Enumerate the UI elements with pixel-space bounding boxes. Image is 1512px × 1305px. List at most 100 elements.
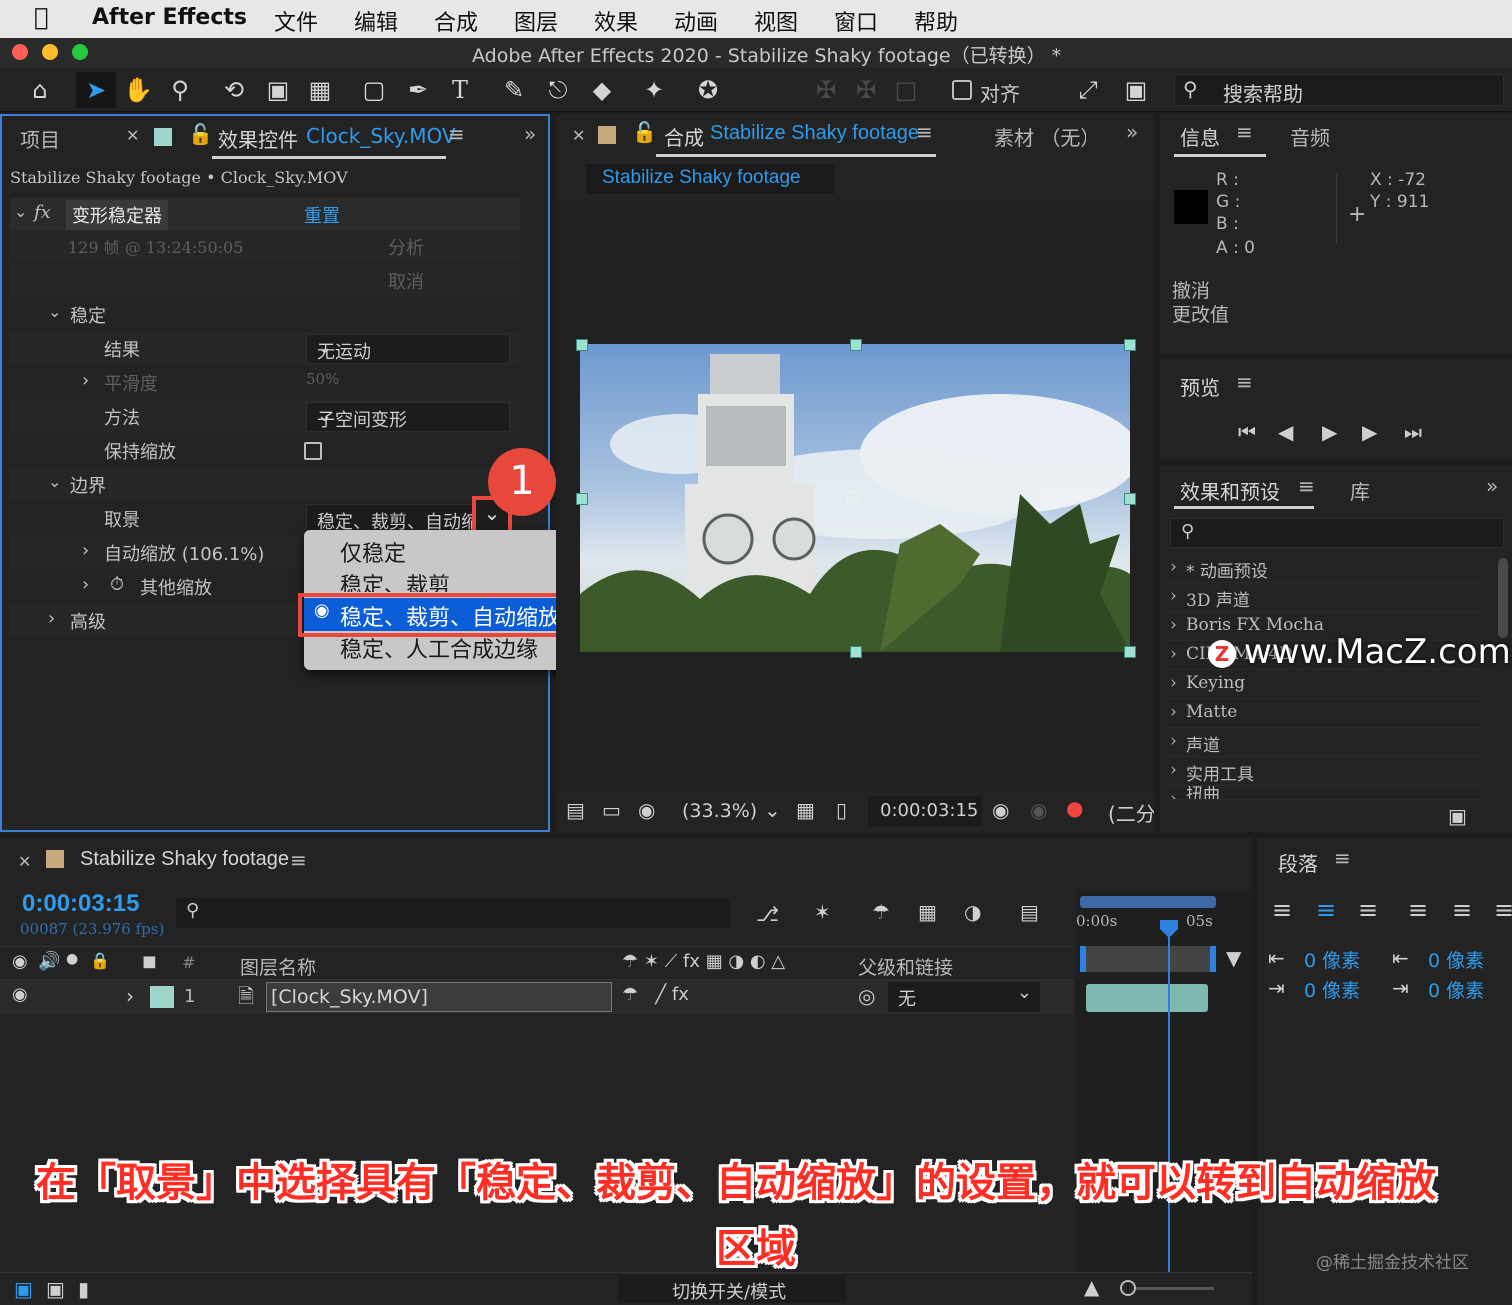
color-channels-icon[interactable]: ● — [1066, 796, 1083, 820]
zoom-tool-icon[interactable]: ⚲ — [162, 72, 198, 108]
tab-composition-name[interactable]: Stabilize Shaky footage — [710, 122, 919, 145]
eraser-tool-icon[interactable]: ◆ — [584, 72, 620, 108]
layer-row[interactable]: ◉ › 1 🗎 [Clock_Sky.MOV] ☂ ╱ fx ◎ 无 ⌄ — [0, 980, 1074, 1014]
tab-effects-presets[interactable]: 效果和预设 — [1180, 476, 1280, 505]
comp-mini-flowchart-icon[interactable]: ⎇ — [756, 902, 779, 926]
panel-menu-icon[interactable]: ≡ — [448, 122, 465, 146]
close-window-button[interactable] — [12, 44, 28, 60]
menu-animation[interactable]: 动画 — [674, 5, 718, 37]
justify-right-icon[interactable]: ≡ — [1494, 896, 1512, 924]
rectangle-tool-icon[interactable]: ▢ — [356, 72, 392, 108]
draft-3d-icon[interactable]: ✶ — [814, 900, 831, 924]
stopwatch-icon[interactable]: ⏱ — [110, 574, 124, 595]
analyze-button[interactable]: 分析 — [388, 234, 424, 260]
fx-icon[interactable]: fx — [34, 202, 51, 223]
show-snapshot-icon[interactable]: ◉ — [1030, 798, 1047, 822]
timeline-timecode[interactable]: 0:00:03:15 — [22, 890, 139, 918]
panel-menu-icon[interactable]: ≡ — [290, 848, 307, 872]
zoom-window-button[interactable] — [72, 44, 88, 60]
borders-group-row[interactable]: ⌄ 边界 — [10, 468, 520, 500]
layer-label-color[interactable] — [150, 986, 174, 1008]
comp-subtab[interactable]: Stabilize Shaky footage — [586, 164, 834, 194]
zoom-slider-thumb[interactable] — [1120, 1280, 1136, 1296]
tab-project[interactable]: 项目 — [20, 124, 60, 153]
current-time-field[interactable]: 0:00:03:15 — [868, 796, 982, 826]
layer-switches-icons[interactable]: ☂ ╱ fx — [622, 984, 689, 1005]
collapse-chevron-icon[interactable]: ⌄ — [48, 472, 61, 491]
menu-window[interactable]: 窗口 — [834, 5, 878, 37]
menu-help[interactable]: 帮助 — [914, 5, 958, 37]
timeline-search-input[interactable]: ⚲ — [176, 898, 730, 928]
zoom-out-mountain-icon[interactable]: ▲ — [1084, 1275, 1099, 1299]
cancel-button[interactable]: 取消 — [388, 268, 424, 294]
parent-dropdown[interactable]: 无 ⌄ — [888, 982, 1040, 1012]
solo-icon[interactable]: ● — [66, 951, 78, 967]
home-icon[interactable]: ⌂ — [22, 72, 58, 108]
new-bin-icon[interactable]: ▣ — [1448, 804, 1467, 828]
work-area-bar[interactable] — [1080, 896, 1216, 908]
monitor-icon[interactable]: ▭ — [602, 798, 621, 822]
puppet-tool-icon[interactable]: ✪ — [690, 72, 726, 108]
layer-visibility-icon[interactable]: ◉ — [12, 984, 28, 1005]
fx-item-channel[interactable]: › 声道 — [1166, 728, 1482, 757]
toggle-switches-modes-button[interactable]: 切换开关/模式 — [618, 1275, 846, 1303]
menu-composition[interactable]: 合成 — [434, 5, 478, 37]
fx-item-utility[interactable]: › 实用工具 — [1166, 757, 1482, 786]
chevron-down-icon[interactable]: ⌄ — [764, 798, 781, 822]
menu-effect[interactable]: 效果 — [594, 5, 638, 37]
justify-center-icon[interactable]: ≡ — [1452, 896, 1472, 924]
work-area-range[interactable] — [1080, 946, 1216, 972]
expand-switches-icon[interactable]: ▣ — [46, 1277, 65, 1301]
tab-effect-controls[interactable]: 效果控件 — [218, 124, 298, 153]
expand-chevron-icon[interactable]: › — [82, 540, 89, 561]
playhead-handle[interactable] — [1160, 920, 1178, 938]
transform-handle[interactable] — [1124, 339, 1136, 351]
panel-menu-icon[interactable]: ≡ — [1236, 370, 1253, 394]
align-right-icon[interactable]: ≡ — [1358, 896, 1378, 924]
snapshot-icon[interactable]: ◉ — [992, 798, 1009, 822]
layer-duration-bar[interactable] — [1086, 984, 1208, 1012]
transform-handle[interactable] — [1124, 646, 1136, 658]
parent-header[interactable]: 父级和链接 — [858, 953, 953, 980]
tab-composition[interactable]: 合成 — [664, 122, 704, 151]
menu-file[interactable]: 文件 — [274, 5, 318, 37]
close-icon[interactable]: ✕ — [572, 126, 585, 145]
resolution-value[interactable]: (二分 — [1108, 798, 1154, 827]
transform-handle[interactable] — [576, 339, 588, 351]
tab-library[interactable]: 库 — [1350, 476, 1370, 505]
method-dropdown[interactable]: 子空间变形 ⌄ — [306, 402, 510, 432]
apple-icon[interactable]:  — [34, 3, 48, 31]
always-preview-icon[interactable]: ▤ — [566, 798, 585, 822]
transform-handle[interactable] — [850, 339, 862, 351]
expand-chevron-icon[interactable]: › — [48, 608, 55, 629]
timeline-zoom-slider[interactable] — [1124, 1287, 1214, 1290]
fx-item-animation-presets[interactable]: › * 动画预设 — [1166, 554, 1482, 583]
expand-icon[interactable]: ⤢ — [1070, 72, 1106, 108]
help-search-input[interactable]: ⚲ 搜索帮助 — [1174, 74, 1504, 106]
collapse-chevron-icon[interactable]: ⌄ — [48, 302, 61, 321]
expand-panels-icon[interactable]: » — [1126, 120, 1138, 144]
next-frame-icon[interactable]: ▶ — [1362, 420, 1377, 444]
menu-edit[interactable]: 编辑 — [354, 5, 398, 37]
anchor-point-icon[interactable]: ⊕ — [844, 486, 862, 511]
fx-item-distort[interactable]: › 扭曲 — [1166, 786, 1482, 800]
fx-item-keying[interactable]: › Keying — [1166, 670, 1482, 699]
brush-tool-icon[interactable]: ✎ — [496, 72, 532, 108]
fx-item-matte[interactable]: › Matte — [1166, 699, 1482, 728]
lock-icon[interactable]: 🔓 — [632, 120, 657, 144]
result-dropdown[interactable]: 无运动 ⌄ — [306, 334, 510, 364]
pan-behind-tool-icon[interactable]: ▦ — [302, 72, 338, 108]
close-icon[interactable]: ✕ — [126, 126, 139, 145]
pen-tool-icon[interactable]: ✒ — [400, 72, 436, 108]
comp-marker-icon[interactable]: ▼ — [1226, 946, 1241, 970]
minimize-window-button[interactable] — [42, 44, 58, 60]
eye-icon[interactable]: ◉ — [12, 951, 28, 972]
align-checkbox[interactable] — [950, 72, 974, 108]
frame-blending-icon[interactable]: ▦ — [918, 900, 937, 924]
shy-layers-icon[interactable]: ☂ — [872, 900, 890, 924]
transform-handle[interactable] — [850, 646, 862, 658]
expand-chevron-icon[interactable]: › — [82, 370, 89, 391]
indent-left-value[interactable]: 0 像素 — [1304, 946, 1360, 973]
align-left-icon[interactable]: ≡ — [1272, 896, 1292, 924]
panel-menu-icon[interactable]: ≡ — [1334, 846, 1351, 870]
